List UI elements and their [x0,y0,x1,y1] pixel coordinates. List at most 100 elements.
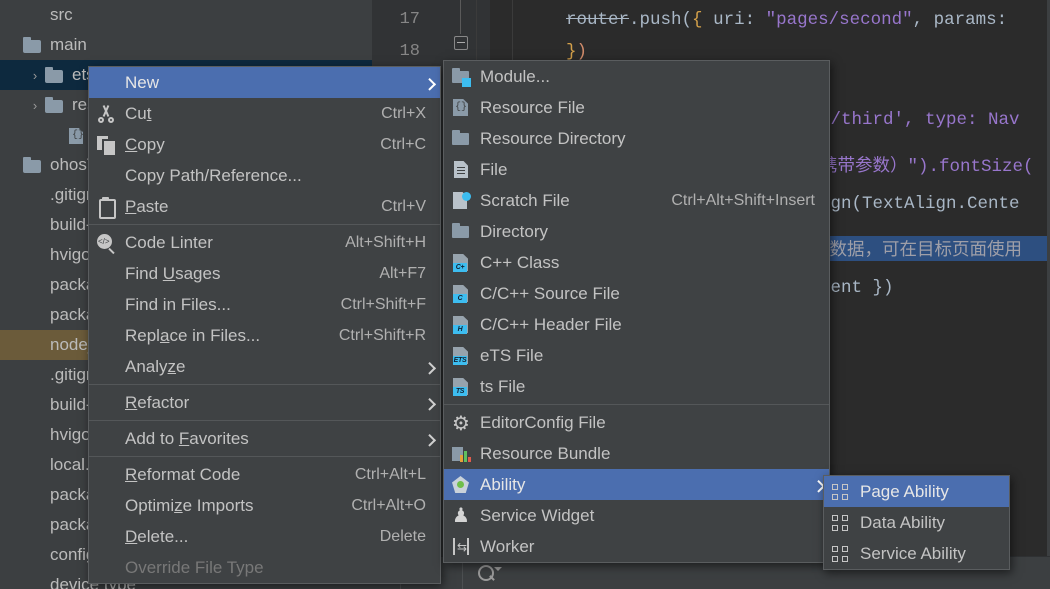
scratch-file-icon [444,185,480,216]
menu-item-label: Code Linter [125,232,213,252]
menu-icon-none [89,351,125,382]
menu-item[interactable]: Resource Bundle [444,438,829,469]
menu-item-shortcut: Ctrl+Alt+Shift+Insert [671,191,815,209]
magnifier-icon[interactable] [478,565,502,583]
tree-icon-none [22,577,44,589]
menu-item-label: Copy [125,134,165,154]
tree-icon-none [22,427,44,443]
new-submenu[interactable]: Module... Resource File Resource Directory… [443,60,830,563]
menu-item-label: eTS File [480,345,544,365]
menu-item[interactable]: File [444,154,829,185]
menu-item[interactable]: Module... [444,61,829,92]
menu-item-shortcut: Ctrl+Shift+F [340,295,426,313]
menu-separator [89,384,440,385]
context-menu[interactable]: New Cut Ctrl+X Copy Ctrl+C Copy Path/Referenc… [88,66,441,584]
menu-item-shortcut: Ctrl+X [381,104,426,122]
code-fragment: ign(TextAlign.Cente [820,194,1020,214]
menu-item[interactable]: C C/C++ Source File [444,278,829,309]
menu-icon-none [89,289,125,320]
menu-item[interactable]: Copy Ctrl+C [89,129,440,160]
ability-submenu[interactable]: Page Ability Data Ability Service Ability [823,475,1010,570]
menu-item-label: Add to Favorites [125,428,249,448]
code-fragment: s/third', type: Nav [820,110,1020,130]
config-file-icon [66,127,88,143]
menu-item[interactable]: Add to Favorites [89,423,440,454]
menu-item[interactable]: New [89,67,440,98]
menu-icon-none [89,521,125,552]
menu-item[interactable]: C+ C++ Class [444,247,829,278]
menu-item[interactable]: Resource Directory [444,123,829,154]
menu-item[interactable]: Find Usages Alt+F7 [89,258,440,289]
resource-bundle-icon [444,438,480,469]
menu-item[interactable]: ⇆ Worker [444,531,829,562]
menu-item-shortcut: Ctrl+V [381,197,426,215]
menu-item-label: Delete... [125,526,189,546]
menu-item[interactable]: Code Linter Alt+Shift+H [89,227,440,258]
menu-icon-none [89,160,125,191]
menu-item-label: Service Widget [480,505,595,525]
fold-collapse-icon[interactable] [454,36,468,50]
tree-item[interactable]: main [0,30,372,60]
menu-item-label: Find in Files... [125,294,231,314]
menu-item[interactable]: Analyze [89,351,440,382]
menu-item[interactable]: Scratch File Ctrl+Alt+Shift+Insert [444,185,829,216]
menu-item[interactable]: Page Ability [824,476,1009,507]
menu-item-label: C++ Class [480,252,560,272]
gear-icon [444,407,480,438]
menu-item-label: Scratch File [480,190,570,210]
menu-item-label: Resource Bundle [480,443,611,463]
menu-separator [89,224,440,225]
menu-icon-none [89,387,125,418]
menu-icon-none [89,490,125,521]
menu-item[interactable]: EditorConfig File [444,407,829,438]
menu-item-shortcut: Ctrl+Shift+R [338,326,426,344]
menu-item[interactable]: ETS eTS File [444,340,829,371]
menu-item[interactable]: Resource File [444,92,829,123]
cut-icon [89,98,125,129]
menu-item[interactable]: Paste Ctrl+V [89,191,440,222]
menu-item[interactable]: Service Widget [444,500,829,531]
menu-item[interactable]: Delete... Delete [89,521,440,552]
menu-item-label: Directory [480,221,549,241]
menu-item-label: EditorConfig File [480,412,606,432]
menu-item[interactable]: Optimize Imports Ctrl+Alt+O [89,490,440,521]
linter-icon [89,227,125,258]
menu-item[interactable]: Find in Files... Ctrl+Shift+F [89,289,440,320]
ts-file-icon: TS [444,371,480,402]
menu-item-label: File [480,159,508,179]
menu-item-shortcut: Alt+F7 [379,264,426,282]
menu-item-label: Analyze [125,356,186,376]
menu-item[interactable]: Refactor [89,387,440,418]
menu-item[interactable]: Ability [444,469,829,500]
menu-separator [89,456,440,457]
module-icon [444,61,480,92]
menu-item[interactable]: H C/C++ Header File [444,309,829,340]
menu-item-label: ts File [480,376,526,396]
tree-icon-none [22,397,44,413]
menu-item-label: Ability [480,474,526,494]
menu-item[interactable]: Cut Ctrl+X [89,98,440,129]
code-token: uri: [702,10,766,30]
menu-item[interactable]: Replace in Files... Ctrl+Shift+R [89,320,440,351]
directory-icon [444,123,480,154]
menu-item[interactable]: Data Ability [824,507,1009,538]
menu-item[interactable]: TS ts File [444,371,829,402]
menu-item-label: C/C++ Header File [480,314,622,334]
menu-item[interactable]: Reformat Code Ctrl+Alt+L [89,459,440,490]
code-token: { [692,10,703,30]
menu-icon-none [89,423,125,454]
menu-item[interactable]: Copy Path/Reference... [89,160,440,191]
file-icon [444,154,480,185]
tree-icon-none [22,367,44,383]
ets-file-icon: ETS [444,340,480,371]
menu-item[interactable]: Service Ability [824,538,1009,569]
paste-icon [89,191,125,222]
tree-icon-none [22,517,44,533]
chevron-right-icon[interactable]: › [26,68,44,83]
chevron-right-icon[interactable]: › [26,98,44,113]
tree-item[interactable]: src [0,0,372,30]
fold-guide [460,0,461,32]
menu-item[interactable]: Directory [444,216,829,247]
menu-item-label: New [125,72,160,92]
